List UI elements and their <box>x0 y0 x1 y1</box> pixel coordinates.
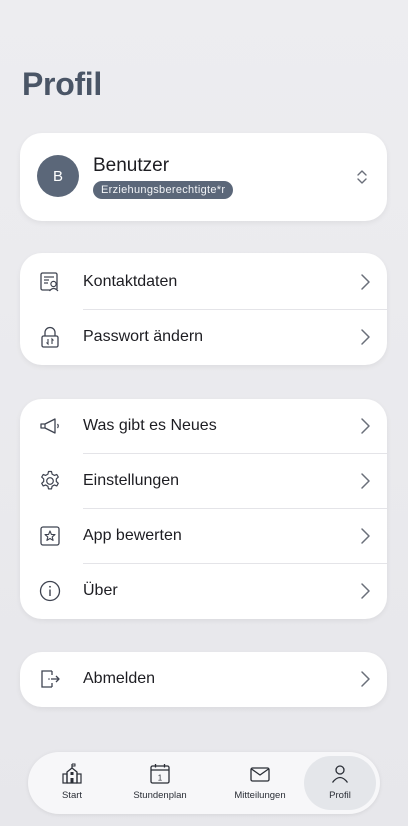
contact-card-icon <box>40 272 59 292</box>
menu-item-einstellungen[interactable]: Einstellungen <box>20 454 387 509</box>
chevron-right-icon <box>361 528 370 544</box>
menu-item-label: Kontaktdaten <box>83 273 178 290</box>
role-badge: Erziehungsberechtigte*r <box>93 181 234 199</box>
chevron-right-icon <box>361 671 370 687</box>
gear-icon <box>41 470 59 490</box>
menu-item-passwort-aendern[interactable]: Passwort ändern <box>20 310 387 365</box>
menu-item-label: App bewerten <box>83 527 182 544</box>
tab-profil[interactable]: Profil <box>304 756 376 810</box>
chevron-right-icon <box>361 473 370 489</box>
tab-mitteilungen[interactable]: Mitteilungen <box>224 756 296 810</box>
tab-label: Stundenplan <box>133 790 187 801</box>
chevron-up-down-icon <box>357 170 367 184</box>
person-icon <box>331 765 349 783</box>
mail-icon <box>250 767 270 782</box>
menu-item-label: Passwort ändern <box>83 328 204 345</box>
menu-item-label: Abmelden <box>83 670 156 687</box>
chevron-right-icon <box>361 583 370 599</box>
menu-item-label: Was gibt es Neues <box>83 417 217 434</box>
tab-stundenplan[interactable]: 1 Stundenplan <box>124 756 196 810</box>
calendar-icon: 1 <box>150 764 170 784</box>
menu-item-label: Über <box>83 582 118 599</box>
user-switcher-card[interactable]: B Benutzer Erziehungsberechtigte*r <box>20 133 387 221</box>
chevron-right-icon <box>361 274 370 290</box>
logout-icon <box>41 670 60 688</box>
general-menu: Was gibt es Neues Einstellungen App bewe… <box>20 399 387 619</box>
tab-label: Mitteilungen <box>234 790 286 801</box>
menu-item-kontaktdaten[interactable]: Kontaktdaten <box>20 255 387 310</box>
page-title: Profil <box>22 66 102 102</box>
user-name: Benutzer <box>93 155 170 176</box>
info-icon <box>39 580 61 602</box>
star-icon <box>40 526 60 546</box>
tab-label: Profil <box>329 790 351 801</box>
logout-menu: Abmelden <box>20 652 387 707</box>
school-icon <box>62 763 82 784</box>
menu-item-abmelden[interactable]: Abmelden <box>20 652 387 707</box>
tab-start[interactable]: Start <box>36 756 108 810</box>
megaphone-icon <box>40 418 59 434</box>
menu-item-app-bewerten[interactable]: App bewerten <box>20 509 387 564</box>
account-menu: Kontaktdaten Passwort ändern <box>20 253 387 365</box>
avatar: B <box>37 155 79 197</box>
tab-label: Start <box>61 790 83 801</box>
menu-item-ueber[interactable]: Über <box>20 564 387 619</box>
menu-item-was-gibt-es-neues[interactable]: Was gibt es Neues <box>20 399 387 454</box>
chevron-right-icon <box>361 418 370 434</box>
calendar-day: 1 <box>158 774 163 783</box>
lock-icon <box>41 326 59 348</box>
menu-item-label: Einstellungen <box>83 472 180 489</box>
tab-bar: Start 1 Stundenplan Mitteilungen Profil <box>28 752 380 814</box>
chevron-right-icon <box>361 329 370 345</box>
